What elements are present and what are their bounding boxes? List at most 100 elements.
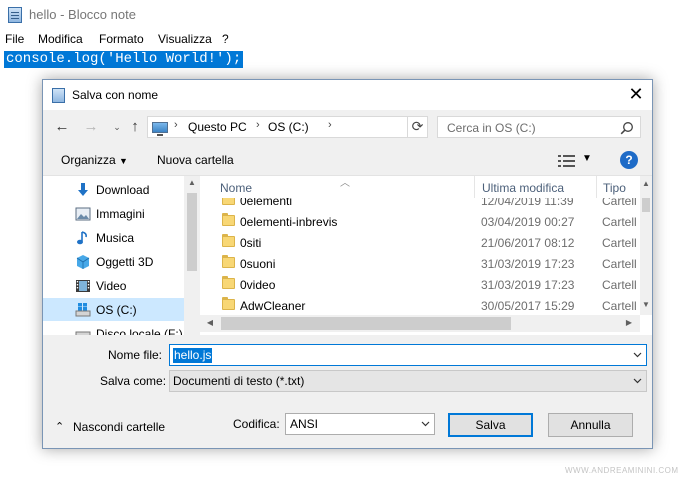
filename-input[interactable]: hello.js: [169, 344, 647, 366]
dialog-title: Salva con nome: [72, 88, 159, 102]
selected-text[interactable]: console.log('Hello World!');: [4, 51, 244, 68]
address-bar[interactable]: › Questo PC › OS (C:) › ▾: [147, 116, 502, 138]
file-modified: 30/05/2017 15:29: [481, 299, 575, 313]
menu-formato[interactable]: Formato: [99, 32, 144, 46]
chevron-up-icon: ⌃: [55, 421, 65, 433]
scroll-up-icon[interactable]: ▲: [638, 179, 652, 188]
horizontal-scrollbar[interactable]: ◀ ▶: [200, 315, 640, 332]
nav-item-oggetti-3d[interactable]: Oggetti 3D: [43, 250, 184, 273]
pictures-icon: [75, 207, 91, 221]
notepad-icon: [8, 7, 22, 23]
savetype-select[interactable]: Documenti di testo (*.txt): [169, 370, 647, 392]
file-modified: 21/06/2017 08:12: [481, 236, 575, 250]
search-icon[interactable]: [620, 121, 634, 135]
save-button[interactable]: Salva: [448, 413, 533, 437]
folder-icon: [222, 297, 235, 310]
menu-help[interactable]: ?: [222, 32, 229, 46]
download-icon: [78, 183, 88, 196]
nav-item-label: Download: [96, 183, 150, 197]
cancel-button[interactable]: Annulla: [548, 413, 633, 437]
chevron-right-icon[interactable]: ›: [256, 119, 260, 131]
scroll-left-icon[interactable]: ◀: [202, 318, 218, 327]
scroll-right-icon[interactable]: ▶: [621, 318, 637, 327]
navigation-pane: Download Immagini Musica Oggetti 3D Vide…: [43, 176, 200, 335]
savetype-value: Documenti di testo (*.txt): [173, 374, 305, 388]
file-row[interactable]: 0siti 21/06/2017 08:12 Cartell: [200, 232, 640, 253]
menu-modifica[interactable]: Modifica: [38, 32, 83, 46]
nav-item-video[interactable]: Video: [43, 274, 184, 297]
nav-item-label: Oggetti 3D: [96, 255, 154, 269]
organize-button[interactable]: Organizza ▼: [61, 153, 128, 167]
column-header-name[interactable]: Nome: [214, 176, 252, 198]
nav-item-label: Video: [96, 279, 127, 293]
nav-item-disco-f[interactable]: Disco locale (F:): [43, 322, 184, 335]
file-row[interactable]: 0elementi-inbrevis 03/04/2019 00:27 Cart…: [200, 211, 640, 232]
up-arrow-icon[interactable]: ↑: [125, 119, 145, 137]
nav-item-label: Musica: [96, 231, 135, 245]
notepad-icon: [52, 88, 65, 103]
file-row[interactable]: 0elementi 12/04/2019 11:39 Cartell: [200, 198, 640, 211]
nav-scroll-thumb[interactable]: [187, 193, 197, 271]
column-header-modified[interactable]: Ultima modifica: [476, 176, 564, 198]
folder-icon: [222, 255, 235, 268]
file-type: Cartell: [602, 215, 637, 229]
menu-file[interactable]: File: [5, 32, 24, 46]
encoding-label: Codifica:: [233, 417, 280, 431]
file-name: 0elementi-inbrevis: [240, 215, 338, 229]
file-row[interactable]: AdwCleaner 30/05/2017 15:29 Cartell: [200, 295, 640, 316]
file-type: Cartell: [602, 236, 637, 250]
save-as-dialog: Salva con nome ✕ ← → ⌄ ↑ › Questo PC › O…: [42, 79, 653, 449]
view-options-icon[interactable]: [558, 154, 576, 168]
horizontal-scroll-thumb[interactable]: [221, 317, 511, 330]
chevron-down-icon[interactable]: [633, 376, 642, 385]
column-divider[interactable]: [474, 176, 475, 198]
chevron-down-icon[interactable]: [633, 350, 642, 359]
savetype-label: Salva come:: [100, 374, 167, 388]
chevron-right-icon[interactable]: ›: [174, 119, 178, 131]
window-title: hello - Blocco note: [29, 7, 136, 22]
file-modified: 03/04/2019 00:27: [481, 215, 575, 229]
organize-label: Organizza: [61, 153, 116, 167]
nav-item-label: Immagini: [96, 207, 145, 221]
chevron-down-icon[interactable]: [421, 419, 430, 428]
encoding-select[interactable]: ANSI: [285, 413, 435, 435]
file-modified: 31/03/2019 17:23: [481, 278, 575, 292]
forward-arrow-icon[interactable]: →: [81, 119, 101, 137]
column-header-type[interactable]: Tipo: [597, 176, 626, 198]
close-icon[interactable]: ✕: [623, 83, 649, 107]
refresh-button[interactable]: ⟳: [407, 116, 428, 138]
back-arrow-icon[interactable]: ←: [52, 119, 72, 137]
file-row[interactable]: 0suoni 31/03/2019 17:23 Cartell: [200, 253, 640, 274]
chevron-down-icon: ▼: [119, 156, 128, 166]
scroll-down-icon[interactable]: ▼: [638, 300, 652, 309]
file-list: ︿ Nome Ultima modifica Tipo 0elementi 12…: [200, 176, 652, 335]
music-icon: [77, 231, 87, 245]
nav-item-label: Disco locale (F:): [96, 327, 183, 335]
menu-visualizza[interactable]: Visualizza: [158, 32, 212, 46]
breadcrumb-questo-pc[interactable]: Questo PC: [188, 120, 247, 134]
search-input[interactable]: Cerca in OS (C:): [437, 116, 641, 138]
refresh-icon: ⟳: [411, 118, 424, 134]
file-type: Cartell: [602, 299, 637, 313]
folder-icon: [222, 276, 235, 289]
file-scroll-thumb[interactable]: [642, 198, 650, 212]
scroll-up-icon[interactable]: ▲: [184, 178, 200, 187]
file-row[interactable]: 0video 31/03/2019 17:23 Cartell: [200, 274, 640, 295]
new-folder-button[interactable]: Nuova cartella: [157, 153, 234, 167]
chevron-right-icon[interactable]: ›: [328, 119, 332, 131]
nav-item-download[interactable]: Download: [43, 178, 184, 201]
help-icon[interactable]: ?: [620, 151, 638, 169]
breadcrumb-os-c[interactable]: OS (C:): [268, 120, 309, 134]
file-type: Cartell: [602, 257, 637, 271]
menu-bar: File Modifica Formato Visualizza ?: [0, 30, 684, 50]
filename-value[interactable]: hello.js: [173, 348, 213, 363]
recent-locations-chevron-icon[interactable]: ⌄: [107, 119, 127, 137]
nav-item-immagini[interactable]: Immagini: [43, 202, 184, 225]
nav-scrollbar[interactable]: ▲: [184, 176, 200, 335]
watermark: WWW.ANDREAMININI.COM: [565, 466, 679, 475]
chevron-down-icon[interactable]: ▼: [582, 153, 592, 164]
nav-item-musica[interactable]: Musica: [43, 226, 184, 249]
nav-item-os-c[interactable]: OS (C:): [43, 298, 184, 321]
drive-icon: [75, 331, 91, 335]
file-list-scrollbar[interactable]: ▲ ▼: [640, 176, 652, 315]
